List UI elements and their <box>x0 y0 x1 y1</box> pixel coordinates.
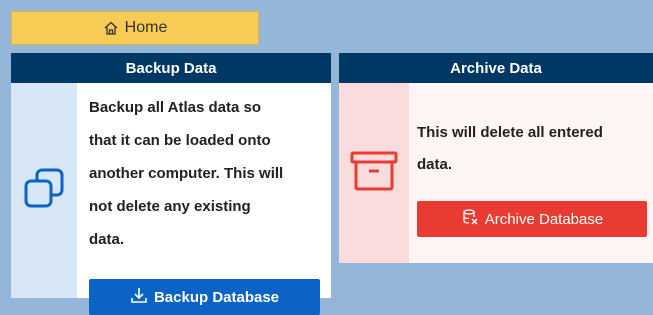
download-icon <box>130 286 148 308</box>
backup-description-line: not delete any existing <box>89 198 251 215</box>
archive-database-button[interactable]: Archive Database <box>417 201 647 237</box>
home-button[interactable]: Home <box>11 11 259 45</box>
delete-database-icon <box>461 208 479 230</box>
home-icon <box>103 20 119 36</box>
archive-box-icon <box>349 149 399 198</box>
backup-description-line: another computer. This will <box>89 165 284 182</box>
backup-description-line: Backup all Atlas data so <box>89 99 262 116</box>
archive-description-line: data. <box>417 156 453 173</box>
backup-database-button-label: Backup Database <box>153 288 280 306</box>
backup-panel: Backup Data Backup all Atlas data so tha… <box>11 53 331 315</box>
archive-description-line: This will delete all entered <box>417 124 603 141</box>
backup-database-button[interactable]: Backup Database <box>89 279 320 315</box>
home-button-label: Home <box>124 19 168 36</box>
archive-description: This will delete all entered data. <box>417 117 603 181</box>
archive-database-button-label: Archive Database <box>484 210 604 228</box>
backup-description: Backup all Atlas data so that it can be … <box>89 91 319 256</box>
backup-description-line: data. <box>89 231 125 248</box>
archive-panel-title: Archive Data <box>339 53 653 83</box>
backup-icon-column <box>11 83 77 298</box>
copy-icon <box>22 166 66 215</box>
backup-panel-title: Backup Data <box>11 53 331 83</box>
archive-panel: Archive Data This will delete all entere… <box>339 53 653 263</box>
archive-icon-column <box>339 83 409 263</box>
backup-description-line: that it can be loaded onto <box>89 132 271 149</box>
